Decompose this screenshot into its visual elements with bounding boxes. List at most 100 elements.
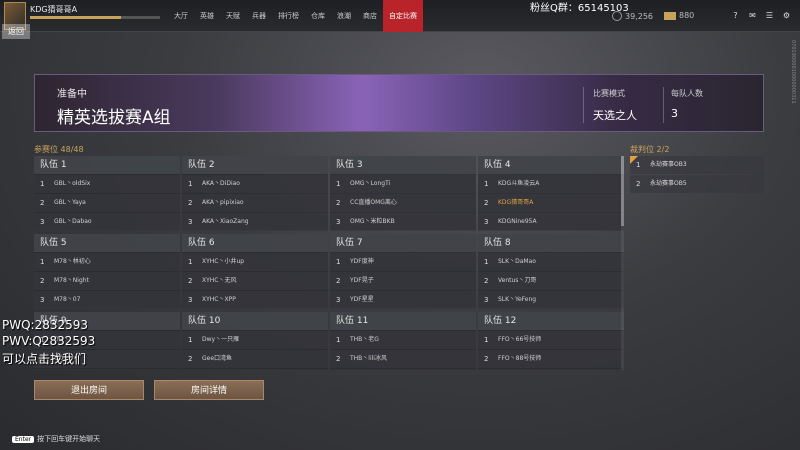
player-slot[interactable]: 3 AKA丶XiaoZang bbox=[182, 213, 328, 231]
slot-number: 3 bbox=[40, 218, 45, 226]
player-slot[interactable]: 1 FFO丶66号技师 bbox=[478, 331, 624, 349]
nav-tab[interactable]: 浪潮 bbox=[331, 0, 357, 32]
player-slot[interactable]: 1 Dwy丶一只雁 bbox=[182, 331, 328, 349]
nav-tab[interactable]: 天赋 bbox=[220, 0, 246, 32]
team-name: 队伍 6 bbox=[182, 234, 328, 252]
player-slot[interactable]: 1 XYHC丶小井up bbox=[182, 253, 328, 271]
player-slot[interactable]: 3FFO丶 bbox=[478, 369, 624, 370]
nav-tab[interactable]: 英雄 bbox=[194, 0, 220, 32]
player-name: SLK丶DaMao bbox=[498, 258, 536, 265]
player-slot[interactable]: 1 THB丶老G bbox=[330, 331, 476, 349]
team-card: 队伍 11 1 THB丶老G 2 THB丶lili冰风 3THB丶团子 bbox=[330, 312, 476, 370]
slot-number: 1 bbox=[336, 336, 341, 344]
nav-tab[interactable]: 商店 bbox=[357, 0, 383, 32]
slot-number: 1 bbox=[188, 180, 193, 188]
nav-tab[interactable]: 大厅 bbox=[168, 0, 194, 32]
profile-name: KDG猜哥哥A bbox=[30, 5, 78, 14]
slot-number: 2 bbox=[336, 199, 341, 207]
slot-number: 1 bbox=[40, 180, 45, 188]
mail-icon[interactable]: ✉ bbox=[747, 10, 758, 21]
team-name: 队伍 4 bbox=[478, 156, 624, 174]
player-slot[interactable]: 2 Gee口湾鱼 bbox=[182, 350, 328, 368]
player-slot[interactable]: 1 YDF度神 bbox=[330, 253, 476, 271]
team-card: 队伍 10 1 Dwy丶一只雁 2 Gee口湾鱼 3Dwy丶鲁达 bbox=[182, 312, 328, 370]
slot-number: 1 bbox=[636, 161, 641, 169]
team-size-value: 3 bbox=[671, 107, 678, 120]
player-slot[interactable]: 2 THB丶lili冰风 bbox=[330, 350, 476, 368]
chat-hint: Enter 按下回车键开始聊天 bbox=[12, 434, 100, 444]
slot-number: 3 bbox=[188, 369, 202, 370]
player-slot[interactable]: 3 OMG丶米粒BKB bbox=[330, 213, 476, 231]
player-name: OMG丶米粒BKB bbox=[350, 218, 395, 225]
player-slot[interactable]: 2 XYHC丶无风 bbox=[182, 272, 328, 290]
player-slot[interactable]: 1 AKA丶DiDiao bbox=[182, 175, 328, 193]
player-slot[interactable]: 1 GBL丶oldSix bbox=[34, 175, 180, 193]
slot-number: 2 bbox=[636, 180, 641, 188]
player-name: DD丶 bbox=[54, 369, 69, 370]
player-slot[interactable]: 3THB丶团子 bbox=[330, 369, 476, 370]
player-name: M78丶07 bbox=[54, 296, 81, 303]
exit-room-button[interactable]: 退出房间 bbox=[34, 380, 144, 400]
referee-slot[interactable]: 2 永劫赛事OB5 bbox=[630, 175, 764, 193]
team-name: 队伍 12 bbox=[478, 312, 624, 330]
player-slot[interactable]: 2 KDG猜哥哥A bbox=[478, 194, 624, 212]
nav-tab[interactable]: 自定比赛 bbox=[383, 0, 423, 32]
team-card: 队伍 4 1 KDG斗鱼凌云A 2 KDG猜哥哥A 3 KDGNine95A bbox=[478, 156, 624, 231]
self-marker-icon bbox=[630, 156, 638, 164]
room-details-button[interactable]: 房间详情 bbox=[154, 380, 264, 400]
nav-tab[interactable]: 排行榜 bbox=[272, 0, 305, 32]
top-bar: KDG猜哥哥A 大厅 英雄 天赋 兵器 排行榜 仓库 浪潮 商店 自定比赛 粉丝Q群：65145… bbox=[0, 0, 800, 32]
player-slot[interactable]: 2 FFO丶88号技师 bbox=[478, 350, 624, 368]
banner-divider bbox=[583, 87, 584, 123]
player-slot[interactable]: 3 SLK丶YeFeng bbox=[478, 291, 624, 309]
match-mode-label: 比赛模式 bbox=[593, 89, 625, 98]
slot-number: 3 bbox=[336, 218, 341, 226]
player-slot[interactable]: 1 OMG丶LongTi bbox=[330, 175, 476, 193]
player-slot[interactable]: 1 M78丶林初心 bbox=[34, 253, 180, 271]
slot-number: 1 bbox=[188, 336, 193, 344]
team-name: 队伍 10 bbox=[182, 312, 328, 330]
player-slot[interactable]: 1 SLK丶DaMao bbox=[478, 253, 624, 271]
friends-icon[interactable]: ☰ bbox=[764, 10, 775, 21]
player-slot[interactable]: 3 KDGNine95A bbox=[478, 213, 624, 231]
player-name: AKA丶XiaoZang bbox=[202, 218, 249, 225]
player-name: Gee口湾鱼 bbox=[202, 355, 233, 362]
player-slot[interactable]: 3DD丶 bbox=[34, 369, 180, 370]
player-slot[interactable]: 2 CC直播OMG离心 bbox=[330, 194, 476, 212]
player-slot[interactable]: 2 AKA丶pipixiao bbox=[182, 194, 328, 212]
participant-count: 参赛位 48/48 bbox=[34, 145, 84, 154]
player-name: XYHC丶无风 bbox=[202, 277, 237, 284]
slot-number: 3 bbox=[484, 369, 498, 370]
scrollbar-thumb[interactable] bbox=[621, 156, 624, 226]
player-slot[interactable]: 2 YDF晃子 bbox=[330, 272, 476, 290]
player-slot[interactable]: 3 XYHC丶XPP bbox=[182, 291, 328, 309]
help-icon[interactable]: ? bbox=[730, 10, 741, 21]
room-status: 准备中 bbox=[57, 89, 87, 100]
team-scrollbar[interactable] bbox=[621, 156, 624, 370]
nav-tab[interactable]: 仓库 bbox=[305, 0, 331, 32]
coin-balance: 39,256 bbox=[612, 11, 653, 21]
slot-number: 1 bbox=[336, 258, 341, 266]
player-slot[interactable]: 3Dwy丶鲁达 bbox=[182, 369, 328, 370]
team-card: 队伍 3 1 OMG丶LongTi 2 CC直播OMG离心 3 OMG丶米粒BKB bbox=[330, 156, 476, 231]
team-card: 队伍 12 1 FFO丶66号技师 2 FFO丶88号技师 3FFO丶 bbox=[478, 312, 624, 370]
player-name: Dwy丶鲁达 bbox=[202, 369, 233, 370]
player-slot[interactable]: 3 M78丶07 bbox=[34, 291, 180, 309]
player-slot[interactable]: 1 KDG斗鱼凌云A bbox=[478, 175, 624, 193]
player-slot[interactable]: 2 GBL丶Yaya bbox=[34, 194, 180, 212]
team-name: 队伍 7 bbox=[330, 234, 476, 252]
enter-key-icon: Enter bbox=[12, 435, 35, 443]
nav-tab[interactable]: 兵器 bbox=[246, 0, 272, 32]
player-slot[interactable]: 2 Ventus丶刀哥 bbox=[478, 272, 624, 290]
team-size-label: 每队人数 bbox=[671, 89, 703, 98]
return-button[interactable]: 返回 bbox=[2, 24, 30, 39]
player-slot[interactable]: 3 GBL丶Dabao bbox=[34, 213, 180, 231]
player-name: Dwy丶一只雁 bbox=[202, 336, 240, 343]
room-banner: 准备中 精英选拔赛A组 比赛模式 天选之人 每队人数 3 bbox=[34, 74, 764, 132]
player-slot[interactable]: 3 YDF星星 bbox=[330, 291, 476, 309]
settings-icon[interactable]: ⚙ bbox=[781, 10, 792, 21]
coin-icon bbox=[612, 11, 622, 21]
player-name: YDF度神 bbox=[350, 258, 374, 265]
player-slot[interactable]: 2 M78丶Night bbox=[34, 272, 180, 290]
referee-slot[interactable]: 1 永劫赛事OB3 bbox=[630, 156, 764, 174]
